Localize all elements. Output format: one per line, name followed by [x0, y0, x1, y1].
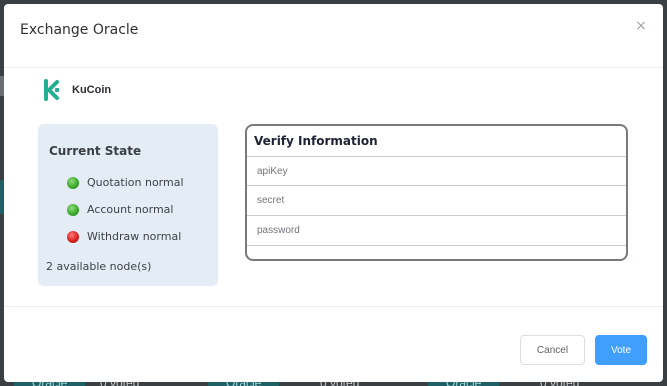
status-green-icon: [67, 203, 79, 216]
api-key-input[interactable]: [247, 156, 626, 186]
secret-input[interactable]: [247, 186, 626, 216]
status-item-account: Account normal: [67, 203, 173, 216]
header-divider: [4, 67, 663, 68]
status-label: Account normal: [87, 203, 174, 216]
exchange-name: KuCoin: [72, 84, 112, 96]
status-label: Withdraw normal: [87, 230, 182, 243]
exchange-oracle-dialog: Exchange Oracle × KuCoin Current State Q…: [4, 4, 663, 382]
close-icon[interactable]: ×: [633, 18, 649, 34]
status-item-withdraw: Withdraw normal: [67, 230, 181, 243]
verify-information-panel: Verify Information: [245, 124, 628, 261]
vote-button[interactable]: Vote: [595, 335, 647, 365]
footer-divider: [4, 306, 663, 307]
available-nodes-count: 2 available node(s): [46, 260, 152, 273]
status-item-quotation: Quotation normal: [67, 176, 184, 189]
current-state-title: Current State: [49, 144, 142, 158]
exchange-header: KuCoin: [40, 78, 111, 102]
status-green-icon: [67, 176, 79, 189]
status-red-icon: [67, 230, 79, 243]
verify-information-title: Verify Information: [254, 134, 378, 148]
dialog-title: Exchange Oracle: [20, 22, 139, 38]
cancel-button[interactable]: Cancel: [520, 335, 585, 365]
current-state-panel: Current State Quotation normal Account n…: [38, 124, 218, 286]
password-input[interactable]: [247, 216, 626, 246]
status-label: Quotation normal: [87, 176, 184, 189]
kucoin-logo-icon: [44, 79, 59, 101]
